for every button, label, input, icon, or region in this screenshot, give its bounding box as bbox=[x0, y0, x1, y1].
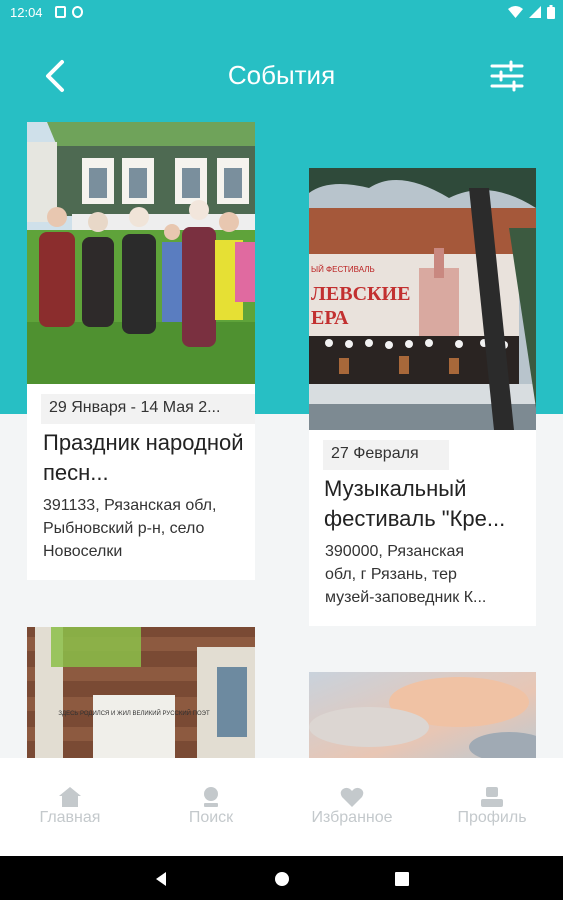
nav-item-home[interactable]: Главная bbox=[15, 786, 125, 827]
status-icons bbox=[508, 5, 555, 19]
event-address: 390000, Рязанская обл, г Рязань, тер муз… bbox=[325, 540, 530, 609]
home-icon bbox=[59, 787, 81, 807]
event-address-line: музей-заповедник К... bbox=[325, 589, 487, 606]
poster-title-line1: ЛЕВСКИЕ bbox=[311, 283, 410, 305]
event-image-concert: ЫЙ ФЕСТИВАЛЬ ЛЕВСКИЕ ЕРА bbox=[309, 168, 536, 430]
plaque-text: ЗДЕСЬ РОДИЛСЯ И ЖИЛ ВЕЛИКИЙ РУССКИЙ ПОЭТ bbox=[58, 709, 210, 717]
location-pin-icon bbox=[204, 787, 218, 807]
status-bar: 12:04 bbox=[0, 0, 563, 26]
event-date: 27 Февраля bbox=[323, 440, 449, 470]
poster-title-line2: ЕРА bbox=[311, 307, 349, 329]
system-navigation-bar bbox=[0, 856, 563, 900]
event-card[interactable]: ЗДЕСЬ РОДИЛСЯ И ЖИЛ ВЕЛИКИЙ РУССКИЙ ПОЭТ bbox=[27, 627, 255, 762]
event-image-folk-dance bbox=[27, 122, 255, 384]
nav-label-home: Главная bbox=[39, 809, 101, 826]
event-address-line: 390000, Рязанская bbox=[325, 543, 465, 560]
event-address: 391133, Рязанская обл, Рыбновский р-н, с… bbox=[43, 497, 217, 560]
system-home-icon[interactable] bbox=[272, 869, 292, 889]
event-image-sky bbox=[309, 672, 536, 762]
nav-label-search: Поиск bbox=[188, 809, 234, 826]
signal-icon bbox=[529, 6, 541, 18]
event-image-memorial-house: ЗДЕСЬ РОДИЛСЯ И ЖИЛ ВЕЛИКИЙ РУССКИЙ ПОЭТ bbox=[27, 627, 255, 762]
nav-item-search[interactable]: Поиск bbox=[156, 786, 266, 827]
system-back-icon[interactable] bbox=[152, 869, 172, 889]
nav-label-profile: Профиль bbox=[457, 809, 527, 826]
wifi-icon bbox=[508, 6, 523, 18]
nav-item-favorites[interactable]: Избранное bbox=[297, 786, 407, 827]
event-card[interactable]: 29 Января - 14 Мая 2... Праздник народно… bbox=[27, 122, 255, 580]
page-title: События bbox=[227, 60, 336, 90]
app-bar: События bbox=[0, 26, 563, 126]
event-card[interactable]: ЫЙ ФЕСТИВАЛЬ ЛЕВСКИЕ ЕРА 27 Февраля Музы… bbox=[309, 168, 536, 626]
battery-icon bbox=[547, 5, 555, 19]
bottom-navigation: Главная Поиск Избранное Профиль bbox=[0, 758, 563, 856]
nav-label-favorites: Избранное bbox=[311, 809, 393, 826]
event-address-line: обл, г Рязань, тер bbox=[325, 566, 457, 583]
notification-icon bbox=[72, 6, 83, 18]
person-icon bbox=[481, 787, 503, 807]
filter-sliders-icon[interactable] bbox=[489, 58, 525, 94]
event-title: Праздник народной песн... bbox=[43, 430, 244, 485]
heart-icon bbox=[340, 787, 364, 807]
system-recents-icon[interactable] bbox=[392, 869, 412, 889]
event-card[interactable] bbox=[309, 672, 536, 762]
nav-item-profile[interactable]: Профиль bbox=[437, 786, 547, 827]
sim-icon bbox=[55, 6, 66, 18]
event-title-text: Музыкальный фестиваль "Кре... bbox=[324, 476, 506, 531]
event-title: Музыкальный фестиваль "Кре... bbox=[324, 474, 530, 534]
event-date: 29 Января - 14 Мая 2... bbox=[41, 394, 255, 424]
status-time: 12:04 bbox=[10, 5, 43, 20]
poster-festival-text: ЫЙ ФЕСТИВАЛЬ bbox=[311, 265, 375, 274]
